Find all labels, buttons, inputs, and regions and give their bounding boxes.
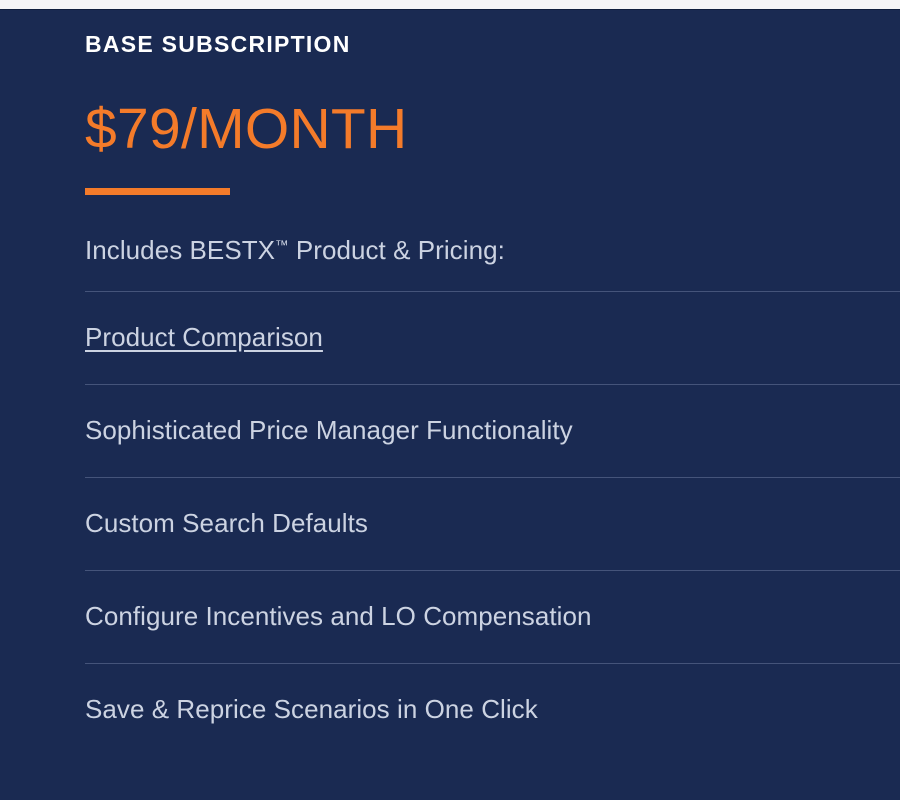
feature-label: Configure Incentives and LO Compensation (85, 601, 592, 632)
plan-eyebrow-label: BASE SUBSCRIPTION (85, 31, 351, 57)
feature-label: Custom Search Defaults (85, 508, 368, 539)
plan-price-value: $79/MONTH (85, 96, 408, 161)
includes-heading-prefix: Includes BESTX (85, 235, 276, 266)
feature-row: Configure Incentives and LO Compensation (85, 569, 900, 663)
feature-link-product-comparison[interactable]: Product Comparison (85, 322, 323, 353)
trademark-icon: ™ (275, 237, 289, 253)
plan-price: $79/MONTH (85, 96, 900, 161)
feature-list: Product Comparison Sophisticated Price Ma… (85, 290, 900, 756)
page-top-strip (0, 0, 900, 10)
feature-label: Save & Reprice Scenarios in One Click (85, 694, 538, 725)
feature-label: Sophisticated Price Manager Functionalit… (85, 415, 573, 446)
pricing-panel-screen: BASE SUBSCRIPTION $79/MONTH Includes BES… (0, 0, 900, 800)
feature-row: Custom Search Defaults (85, 476, 900, 570)
feature-row: Save & Reprice Scenarios in One Click (85, 662, 900, 756)
orange-accent-bar (85, 188, 230, 196)
feature-row: Sophisticated Price Manager Functionalit… (85, 383, 900, 477)
includes-heading-suffix: Product & Pricing: (288, 235, 505, 266)
includes-heading: Includes BESTX™ Product & Pricing: (85, 234, 900, 267)
base-subscription-panel: BASE SUBSCRIPTION $79/MONTH Includes BES… (0, 11, 900, 800)
feature-row[interactable]: Product Comparison (85, 290, 900, 384)
